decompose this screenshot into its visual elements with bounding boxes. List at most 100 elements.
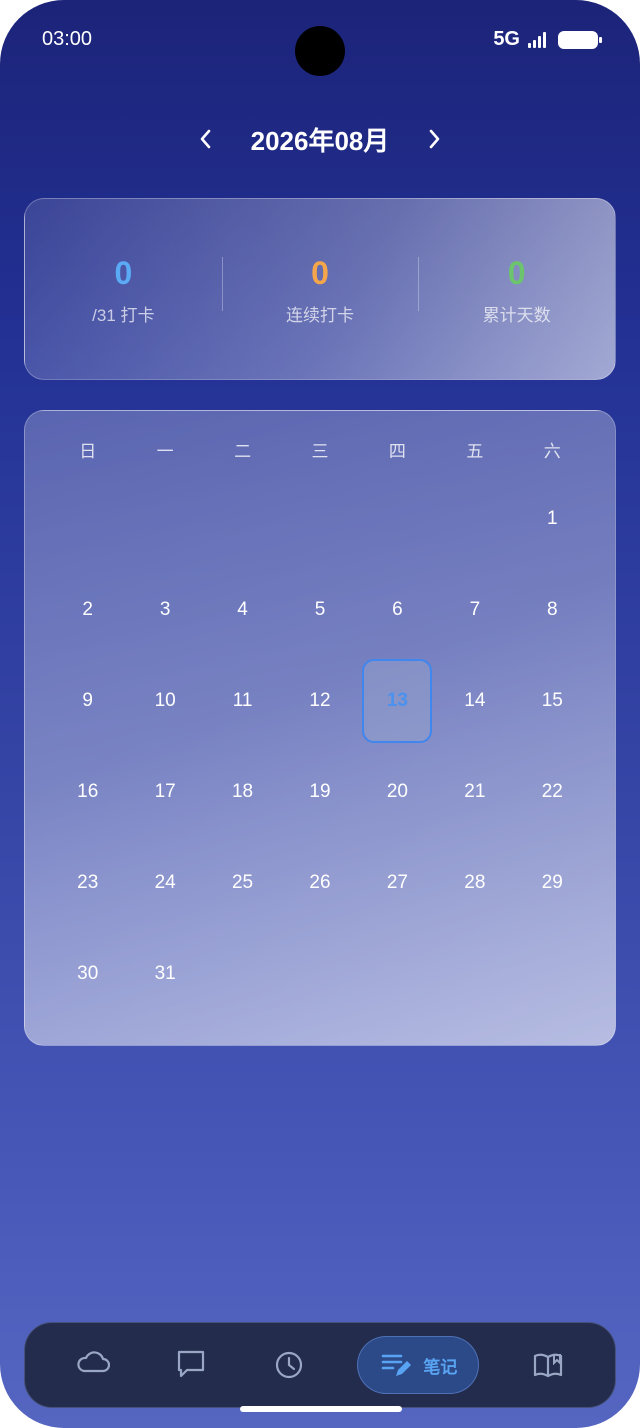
calendar-day-number: 27 <box>386 871 408 893</box>
tab-history[interactable] <box>259 1335 319 1395</box>
calendar-day-number: 31 <box>154 962 176 984</box>
calendar-day-number: 23 <box>77 871 99 893</box>
calendar-day-number: 9 <box>82 689 93 711</box>
calendar-day[interactable]: 12 <box>281 655 358 746</box>
calendar-day[interactable]: 6 <box>359 564 436 655</box>
calendar-day-number: 10 <box>154 689 176 711</box>
calendar-day[interactable]: 10 <box>126 655 203 746</box>
calendar-day-number: 24 <box>154 871 176 893</box>
calendar-blank-cell <box>281 473 358 564</box>
chevron-right-icon <box>430 129 440 149</box>
calendar-day[interactable]: 11 <box>204 655 281 746</box>
calendar-day-number: 17 <box>154 780 176 802</box>
tab-weather[interactable] <box>62 1335 122 1395</box>
calendar-day[interactable]: 23 <box>49 837 126 928</box>
calendar-day-number: 26 <box>309 871 331 893</box>
phone-screen: 03:00 5G 2026年08月 0 /31 打卡 0 连续打卡 0 累计天数 <box>0 0 640 1428</box>
calendar-days-grid: 1 2 3 4 5 6 7 8 9 10 11 12 13 14 15 16 17 18 19 20 21 22 23 24 2… <box>49 473 591 1019</box>
weekday-label: 四 <box>388 442 406 461</box>
calendar-blank-cell <box>49 473 126 564</box>
tab-reading[interactable] <box>518 1335 578 1395</box>
month-header: 2026年08月 <box>0 118 640 160</box>
calendar-day[interactable]: 20 <box>359 746 436 837</box>
calendar-day-number: 5 <box>314 598 326 620</box>
calendar-day[interactable]: 21 <box>436 746 513 837</box>
calendar-day[interactable]: 1 <box>514 473 591 564</box>
tab-messages[interactable] <box>161 1335 221 1395</box>
notes-edit-icon <box>382 1354 412 1376</box>
calendar-day-number: 7 <box>469 598 481 620</box>
stat-value: 0 <box>507 254 526 291</box>
calendar-day[interactable]: 24 <box>126 837 203 928</box>
weekday-label: 六 <box>543 442 561 461</box>
calendar-day-number: 14 <box>464 689 486 711</box>
calendar-day-number: 20 <box>386 780 408 802</box>
calendar-day-today[interactable]: 13 <box>359 655 436 746</box>
tab-notes[interactable]: 笔记 <box>357 1336 480 1394</box>
calendar-day-number: 28 <box>464 871 486 893</box>
book-icon <box>533 1353 562 1378</box>
calendar-day-number: 18 <box>231 780 254 802</box>
calendar-day-number: 15 <box>541 689 563 711</box>
calendar-day-number: 22 <box>541 780 563 802</box>
calendar-day[interactable]: 29 <box>514 837 591 928</box>
calendar-day[interactable]: 14 <box>436 655 513 746</box>
stat-month-checkins: 0 /31 打卡 <box>25 253 222 326</box>
calendar-day-number: 21 <box>464 780 486 802</box>
calendar-day-number: 3 <box>159 598 171 620</box>
weekday-label: 日 <box>79 442 97 461</box>
weekday-label: 一 <box>156 442 174 461</box>
calendar-day[interactable]: 25 <box>204 837 281 928</box>
calendar-blank-cell <box>436 473 513 564</box>
calendar-day[interactable]: 3 <box>126 564 203 655</box>
calendar-day-number: 25 <box>231 871 254 893</box>
calendar-day[interactable]: 18 <box>204 746 281 837</box>
calendar-day[interactable]: 15 <box>514 655 591 746</box>
calendar-day-number: 30 <box>77 962 99 984</box>
calendar-day[interactable]: 7 <box>436 564 513 655</box>
stat-value: 0 <box>114 254 133 291</box>
weekday-header: 日 一 二 三 四 五 六 <box>49 437 591 467</box>
calendar-day[interactable]: 30 <box>49 928 126 1019</box>
cloud-icon <box>77 1351 111 1373</box>
next-month-button[interactable] <box>425 127 445 151</box>
calendar-blank-cell <box>126 473 203 564</box>
stat-value: 0 <box>311 254 329 291</box>
calendar-day-number: 4 <box>237 598 248 620</box>
calendar-day-number: 6 <box>392 598 403 620</box>
clock-icon <box>275 1351 303 1379</box>
status-icons: 5G <box>493 28 602 51</box>
calendar-blank-cell <box>359 473 436 564</box>
camera-cutout <box>295 26 345 76</box>
stat-label: 累计天数 <box>482 305 551 325</box>
prev-month-button[interactable] <box>195 127 215 151</box>
calendar-day[interactable]: 4 <box>204 564 281 655</box>
calendar-day-number: 11 <box>232 689 253 711</box>
stat-label: /31 打卡 <box>92 305 155 325</box>
network-type: 5G <box>493 28 520 50</box>
chat-icon <box>177 1350 204 1378</box>
calendar-day[interactable]: 22 <box>514 746 591 837</box>
calendar-day[interactable]: 5 <box>281 564 358 655</box>
weekday-label: 二 <box>234 442 252 461</box>
calendar-day[interactable]: 8 <box>514 564 591 655</box>
calendar-day[interactable]: 9 <box>49 655 126 746</box>
stat-label: 连续打卡 <box>286 305 354 325</box>
calendar-day-number: 2 <box>82 598 93 620</box>
calendar-day-number: 13 <box>362 658 433 743</box>
calendar-day[interactable]: 19 <box>281 746 358 837</box>
calendar-blank-cell <box>204 473 281 564</box>
calendar-day-number: 12 <box>309 689 331 711</box>
calendar-day[interactable]: 17 <box>126 746 203 837</box>
calendar-day[interactable]: 16 <box>49 746 126 837</box>
calendar-day[interactable]: 2 <box>49 564 126 655</box>
calendar-day[interactable]: 26 <box>281 837 358 928</box>
weekday-label: 三 <box>311 442 329 461</box>
weekday-label: 五 <box>466 442 484 461</box>
stat-total-days: 0 累计天数 <box>418 253 615 326</box>
month-title: 2026年08月 <box>250 125 390 156</box>
stats-card: 0 /31 打卡 0 连续打卡 0 累计天数 <box>24 198 616 380</box>
calendar-day[interactable]: 27 <box>359 837 436 928</box>
calendar-day[interactable]: 28 <box>436 837 513 928</box>
calendar-day[interactable]: 31 <box>126 928 203 1019</box>
